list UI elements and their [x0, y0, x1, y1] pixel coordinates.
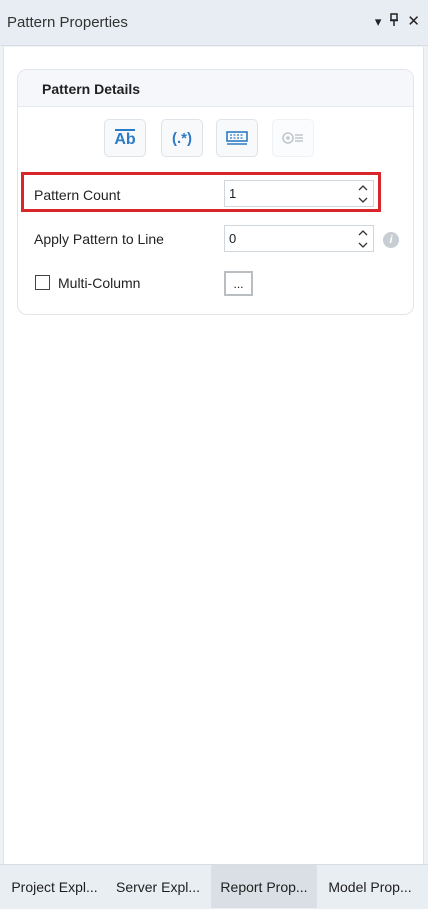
regex-button[interactable]: (.*) [161, 119, 203, 157]
dropdown-icon[interactable]: ▾ [375, 14, 382, 30]
multi-column-checkbox[interactable] [35, 275, 50, 290]
bottom-tab-bar: Project Expl... Server Expl... Report Pr… [0, 864, 428, 909]
close-icon[interactable]: ✕ [407, 14, 420, 30]
tab-server-explorer[interactable]: Server Expl... [108, 865, 208, 908]
group-header: Pattern Details [18, 70, 413, 107]
gear-list-icon [282, 132, 303, 144]
pin-icon[interactable] [389, 13, 399, 31]
apply-pattern-label: Apply Pattern to Line [34, 231, 164, 247]
apply-pattern-value[interactable]: 0 [229, 231, 236, 246]
multi-column-ellipsis-button[interactable]: ... [224, 271, 253, 296]
info-icon[interactable]: i [383, 232, 399, 248]
panel-content: Pattern Details Ab (.*) Pattern Count 1 … [3, 47, 424, 864]
regex-icon: (.*) [172, 129, 192, 147]
tab-report-properties[interactable]: Report Prop... [211, 865, 317, 908]
panel-controls: ▾ ✕ [375, 13, 420, 31]
keyboard-icon [226, 131, 248, 145]
panel-title: Pattern Properties [7, 14, 128, 31]
ab-button[interactable]: Ab [104, 119, 146, 157]
highlight-box [21, 172, 381, 212]
tab-model-properties[interactable]: Model Prop... [318, 865, 422, 908]
spinner-arrows-icon[interactable] [357, 227, 369, 251]
ab-icon: Ab [114, 129, 136, 148]
apply-pattern-spinner[interactable]: 0 [224, 225, 374, 252]
tab-project-explorer[interactable]: Project Expl... [3, 865, 106, 908]
gear-list-button[interactable] [272, 119, 314, 157]
keyboard-button[interactable] [216, 119, 258, 157]
panel-titlebar: Pattern Properties ▾ ✕ [0, 0, 428, 46]
group-title: Pattern Details [42, 81, 141, 97]
multi-column-label: Multi-Column [58, 275, 141, 291]
